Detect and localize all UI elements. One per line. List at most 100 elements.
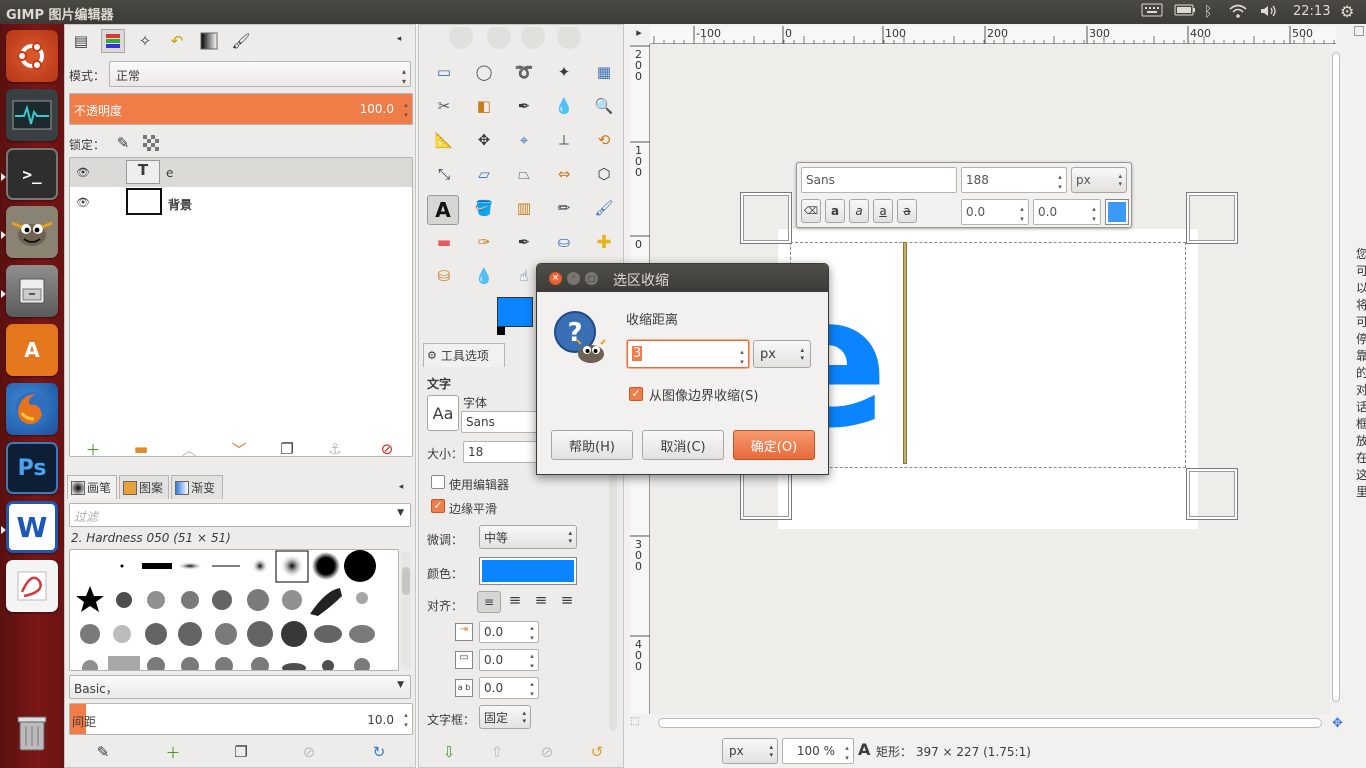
unit-select[interactable]: px ▴ ▾: [722, 738, 778, 764]
zoom-input[interactable]: 100 % ▴ ▾: [782, 738, 854, 764]
close-icon[interactable]: ×: [549, 272, 562, 285]
move-icon[interactable]: ✥: [471, 127, 497, 153]
lock-alpha-icon[interactable]: [139, 131, 163, 155]
tab-brushes[interactable]: 画笔: [67, 475, 117, 499]
tab-patterns[interactable]: 图案: [119, 475, 169, 499]
select-by-color-icon[interactable]: ▦: [591, 59, 617, 85]
justify-center-icon[interactable]: ≡: [529, 591, 553, 613]
quick-mask-icon[interactable]: ⬚: [630, 716, 639, 727]
brush-grid[interactable]: [69, 549, 399, 671]
line-spacing-input[interactable]: 0.0 ▴ ▾: [479, 649, 539, 671]
save-tool-preset-icon[interactable]: ⇩: [437, 740, 461, 764]
fuzzy-select-icon[interactable]: ✦: [551, 59, 577, 85]
rect-select-icon[interactable]: ▭: [431, 59, 457, 85]
paintbrush-icon[interactable]: 🖌: [591, 195, 617, 221]
terminal-icon[interactable]: >_: [6, 148, 58, 200]
use-editor-checkbox[interactable]: [431, 475, 445, 489]
document-viewer-icon[interactable]: [6, 560, 58, 612]
gimp-icon[interactable]: [6, 206, 58, 258]
dock-menu-icon[interactable]: ◂: [391, 31, 407, 47]
color-picker-icon[interactable]: 💧: [551, 93, 577, 119]
paths-icon[interactable]: ✒: [511, 93, 537, 119]
indent-input[interactable]: 0.0 ▴ ▾: [479, 621, 539, 643]
layer-row[interactable]: 👁 T e: [70, 158, 412, 187]
opacity-slider[interactable]: 不透明度 100.0 ▴ ▾: [69, 93, 413, 125]
brush-preset-select[interactable]: Basic， ▼: [69, 675, 411, 699]
new-brush-icon[interactable]: ＋: [161, 740, 185, 764]
italic-icon[interactable]: a: [849, 199, 869, 223]
gear-icon[interactable]: ⚙: [1340, 3, 1358, 21]
underline-icon[interactable]: a: [873, 199, 893, 223]
duplicate-layer-icon[interactable]: ❐: [275, 437, 299, 461]
trash-icon[interactable]: [6, 707, 58, 759]
image-menu-icon[interactable]: ▸: [630, 26, 648, 44]
free-select-icon[interactable]: ➰: [511, 59, 537, 85]
ink-icon[interactable]: ✒: [511, 229, 537, 255]
toolbar-font-input[interactable]: Sans: [801, 167, 957, 193]
toolbar-size-input[interactable]: 188 ▴ ▾: [961, 167, 1067, 193]
hinting-select[interactable]: 中等 ▴ ▾: [479, 525, 577, 549]
box-select[interactable]: 固定 ▴ ▾: [479, 705, 531, 729]
ok-button[interactable]: 确定(O): [733, 430, 815, 460]
perspective-clone-icon[interactable]: ⛁: [431, 263, 457, 289]
horizontal-ruler[interactable]: -100 0 100 200 300 400 500: [650, 26, 1336, 44]
volume-icon[interactable]: [1259, 3, 1281, 21]
software-center-icon[interactable]: A: [6, 324, 58, 376]
justify-right-icon[interactable]: ≡: [503, 591, 527, 613]
resize-handle[interactable]: [1186, 468, 1238, 520]
cancel-button[interactable]: 取消(C): [642, 430, 724, 460]
raise-layer-icon[interactable]: ︿: [177, 437, 201, 461]
scissors-select-icon[interactable]: ✂: [431, 93, 457, 119]
help-button[interactable]: 帮助(H): [551, 430, 633, 460]
photoshop-icon[interactable]: Ps: [6, 442, 58, 494]
layer-row[interactable]: 👁 背景: [70, 187, 412, 217]
delete-brush-icon[interactable]: ⊘: [297, 740, 321, 764]
system-monitor-icon[interactable]: [6, 89, 58, 141]
new-layer-icon[interactable]: ＋: [81, 437, 105, 461]
shrink-amount-input[interactable]: 3 ▴ ▾: [627, 340, 749, 368]
spacing-slider[interactable]: 间距 10.0 ▴ ▾: [69, 703, 413, 735]
eye-icon[interactable]: 👁: [76, 166, 90, 179]
lower-layer-icon[interactable]: ﹀: [227, 437, 251, 461]
file-manager-icon[interactable]: [6, 265, 58, 317]
bucket-fill-icon[interactable]: 🪣: [471, 195, 497, 221]
bluetooth-icon[interactable]: ᛒ: [1204, 3, 1218, 21]
keyboard-icon[interactable]: [1141, 3, 1165, 21]
channels-tab-icon[interactable]: [101, 29, 125, 53]
reset-tool-options-icon[interactable]: ↺: [585, 740, 609, 764]
justify-fill-icon[interactable]: ≡: [555, 591, 579, 613]
clone-icon[interactable]: ⛀: [551, 229, 577, 255]
eye-icon[interactable]: 👁: [76, 196, 90, 209]
firefox-icon[interactable]: [6, 383, 58, 435]
font-input[interactable]: Sans: [461, 411, 541, 433]
heal-icon[interactable]: ✚: [591, 229, 617, 255]
gradient-tab-icon[interactable]: [197, 29, 221, 53]
zoom-follow-icon[interactable]: [1354, 26, 1364, 36]
eraser-icon[interactable]: ▬: [431, 229, 457, 255]
anchor-layer-icon[interactable]: ⚓: [323, 437, 347, 461]
delete-layer-icon[interactable]: ⊘: [375, 437, 399, 461]
strikethrough-icon[interactable]: a: [897, 199, 917, 223]
resize-handle[interactable]: [740, 192, 792, 244]
shrink-unit-select[interactable]: px ▴ ▾: [753, 340, 811, 368]
kerning-input[interactable]: 0.0 ▴ ▾: [1033, 199, 1101, 225]
cage-icon[interactable]: ⬡: [591, 161, 617, 187]
blend-icon[interactable]: ▥: [511, 195, 537, 221]
wifi-icon[interactable]: [1228, 3, 1250, 21]
brush-dock-menu-icon[interactable]: ◂: [393, 479, 409, 495]
mode-select[interactable]: 正常 ▴ ▾: [109, 61, 411, 87]
wps-writer-icon[interactable]: W: [6, 501, 58, 553]
justify-left-icon[interactable]: ≡: [477, 591, 501, 613]
crop-icon[interactable]: ⟂: [551, 127, 577, 153]
delete-tool-preset-icon[interactable]: ⊘: [535, 740, 559, 764]
battery-icon[interactable]: [1174, 3, 1198, 21]
rotate-icon[interactable]: ⟲: [591, 127, 617, 153]
edit-brush-icon[interactable]: ✎: [91, 740, 115, 764]
lock-pixels-icon[interactable]: ✎: [111, 131, 135, 155]
layers-tab-icon[interactable]: ▤: [69, 29, 93, 53]
text-icon[interactable]: A: [427, 195, 459, 225]
tab-gradients[interactable]: 渐变: [171, 475, 223, 499]
brush-filter-input[interactable]: 过滤 ▼: [69, 503, 411, 527]
maximize-icon[interactable]: □: [585, 272, 598, 285]
zoom-icon[interactable]: 🔍: [591, 93, 617, 119]
